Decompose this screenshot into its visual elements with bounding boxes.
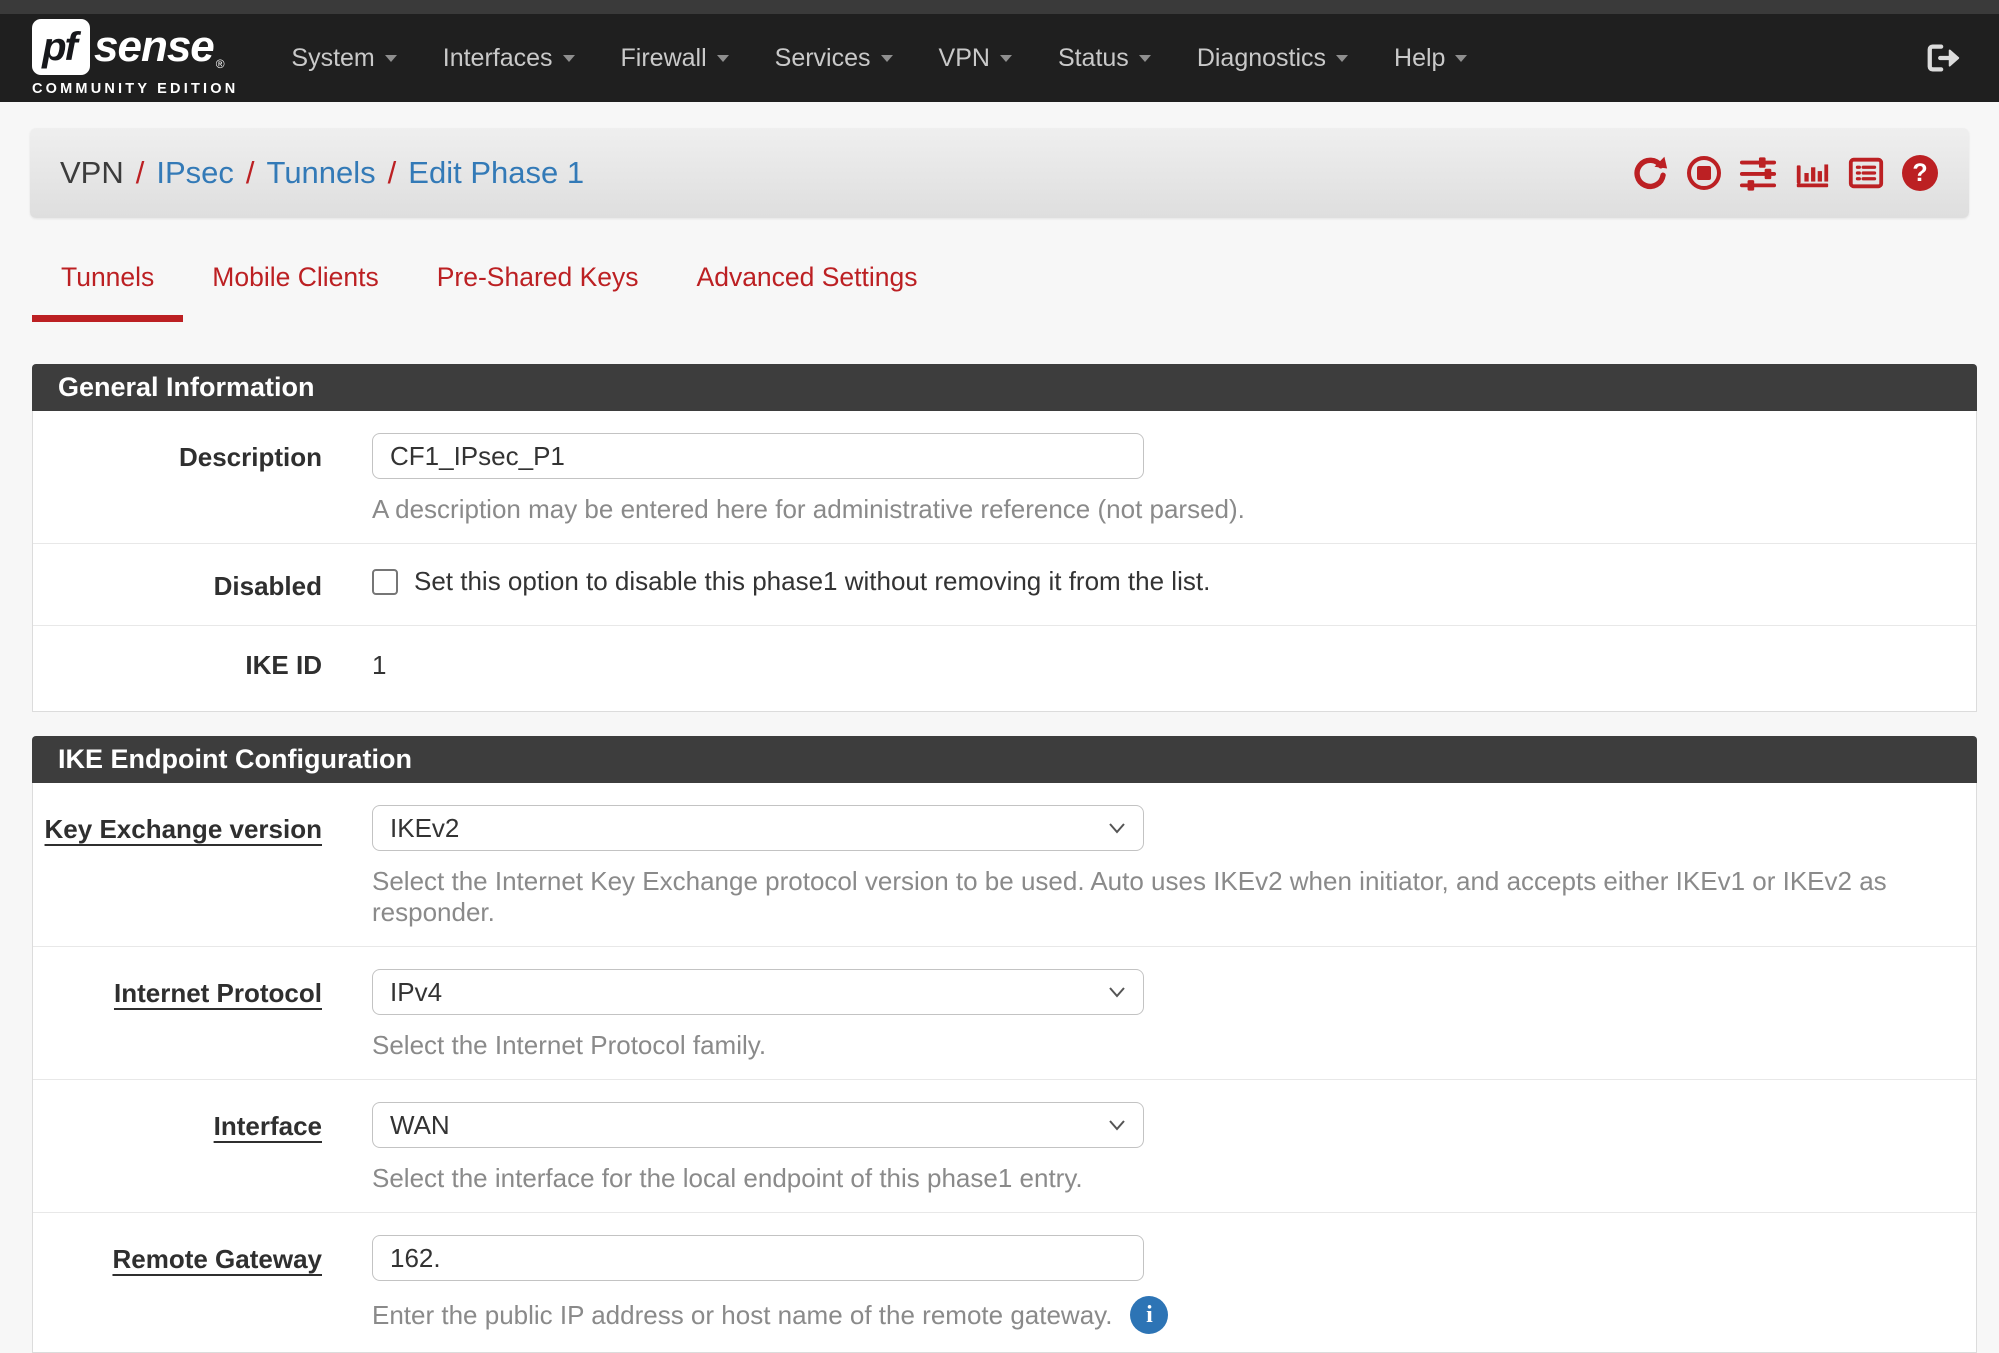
description-row: Description A description may be entered… — [33, 411, 1976, 543]
remote-gateway-row: Remote Gateway Enter the public IP addre… — [33, 1212, 1976, 1352]
breadcrumb-separator: / — [376, 155, 409, 191]
nav-item-diagnostics[interactable]: Diagnostics — [1174, 44, 1371, 73]
chevron-down-icon — [1139, 55, 1151, 62]
chevron-down-icon — [1455, 55, 1467, 62]
pf-logo-mark: pf — [32, 19, 90, 75]
nav-item-label: Diagnostics — [1197, 44, 1326, 73]
internet-protocol-help: Select the Internet Protocol family. — [372, 1030, 1976, 1061]
chevron-down-icon — [1107, 1117, 1127, 1133]
breadcrumb-link-ipsec[interactable]: IPsec — [156, 155, 234, 191]
disabled-checkbox[interactable] — [372, 569, 398, 595]
select-value: WAN — [390, 1110, 450, 1141]
nav-item-help[interactable]: Help — [1371, 44, 1490, 73]
key-exchange-version-select[interactable]: IKEv2 — [372, 805, 1144, 851]
nav-item-label: System — [291, 44, 374, 73]
registered-mark: ® — [216, 57, 225, 71]
key-exchange-version-label: Key Exchange version — [33, 805, 372, 936]
internet-protocol-label: Internet Protocol — [33, 969, 372, 1069]
window-top-strip — [0, 0, 1999, 14]
chevron-down-icon — [881, 55, 893, 62]
general-information-panel: General Information Description A descri… — [32, 364, 1977, 712]
sliders-icon[interactable] — [1739, 154, 1777, 192]
chevron-down-icon — [563, 55, 575, 62]
chevron-down-icon — [717, 55, 729, 62]
key-exchange-version-help: Select the Internet Key Exchange protoco… — [372, 866, 1976, 928]
info-icon[interactable]: i — [1130, 1296, 1168, 1334]
select-value: IPv4 — [390, 977, 442, 1008]
refresh-icon[interactable] — [1631, 154, 1669, 192]
chevron-down-icon — [1000, 55, 1012, 62]
breadcrumb-link-tunnels[interactable]: Tunnels — [267, 155, 376, 191]
nav-item-status[interactable]: Status — [1035, 44, 1174, 73]
nav-item-label: VPN — [939, 44, 990, 73]
nav-item-vpn[interactable]: VPN — [916, 44, 1035, 73]
ike-endpoint-configuration-panel: IKE Endpoint Configuration Key Exchange … — [32, 736, 1977, 1353]
tab-tunnels[interactable]: Tunnels — [32, 248, 183, 322]
disabled-label: Disabled — [33, 566, 372, 605]
nav-item-label: Firewall — [621, 44, 707, 73]
interface-help: Select the interface for the local endpo… — [372, 1163, 1976, 1194]
ike-id-value: 1 — [372, 648, 1976, 681]
disabled-checkbox-text: Set this option to disable this phase1 w… — [414, 566, 1210, 597]
nav-item-services[interactable]: Services — [752, 44, 916, 73]
breadcrumb-separator: / — [124, 155, 157, 191]
ike-id-row: IKE ID 1 — [33, 625, 1976, 711]
list-icon[interactable] — [1847, 154, 1885, 192]
key-exchange-version-row: Key Exchange version IKEv2 Select the In… — [33, 783, 1976, 946]
help-icon[interactable]: ? — [1901, 154, 1939, 192]
breadcrumb: VPN / IPsec / Tunnels / Edit Phase 1 — [60, 155, 584, 191]
nav-item-system[interactable]: System — [268, 44, 419, 73]
chevron-down-icon — [1107, 820, 1127, 836]
disabled-row: Disabled Set this option to disable this… — [33, 543, 1976, 625]
nav-item-interfaces[interactable]: Interfaces — [420, 44, 598, 73]
breadcrumb-root: VPN — [60, 155, 124, 191]
remote-gateway-input[interactable] — [372, 1235, 1144, 1281]
tab-advanced-settings[interactable]: Advanced Settings — [668, 248, 947, 322]
page-action-icons: ? — [1631, 154, 1939, 192]
chevron-down-icon — [385, 55, 397, 62]
interface-select[interactable]: WAN — [372, 1102, 1144, 1148]
select-value: IKEv2 — [390, 813, 459, 844]
stop-icon[interactable] — [1685, 154, 1723, 192]
sign-out-icon[interactable] — [1925, 39, 1967, 77]
tab-mobile-clients[interactable]: Mobile Clients — [183, 248, 407, 322]
subnav-tabs: Tunnels Mobile Clients Pre-Shared Keys A… — [32, 248, 1967, 322]
section-title: IKE Endpoint Configuration — [32, 736, 1977, 783]
interface-row: Interface WAN Select the interface for t… — [33, 1079, 1976, 1212]
remote-gateway-help: Enter the public IP address or host name… — [372, 1300, 1112, 1331]
nav-menu: System Interfaces Firewall Services VPN … — [268, 44, 1490, 73]
nav-item-label: Help — [1394, 44, 1445, 73]
chart-icon[interactable] — [1793, 154, 1831, 192]
logo-subtitle: COMMUNITY EDITION — [32, 81, 238, 97]
internet-protocol-row: Internet Protocol IPv4 Select the Intern… — [33, 946, 1976, 1079]
section-title: General Information — [32, 364, 1977, 411]
breadcrumb-bar: VPN / IPsec / Tunnels / Edit Phase 1 — [30, 128, 1969, 218]
chevron-down-icon — [1107, 984, 1127, 1000]
breadcrumb-link-edit-phase1[interactable]: Edit Phase 1 — [408, 155, 584, 191]
interface-label: Interface — [33, 1102, 372, 1202]
sense-wordmark: sense — [94, 25, 214, 69]
description-input[interactable] — [372, 433, 1144, 479]
remote-gateway-label: Remote Gateway — [33, 1235, 372, 1342]
pfsense-logo[interactable]: pf sense ® COMMUNITY EDITION — [32, 19, 238, 97]
nav-item-label: Interfaces — [443, 44, 553, 73]
nav-item-label: Services — [775, 44, 871, 73]
breadcrumb-separator: / — [234, 155, 267, 191]
ike-id-label: IKE ID — [33, 648, 372, 689]
chevron-down-icon — [1336, 55, 1348, 62]
internet-protocol-select[interactable]: IPv4 — [372, 969, 1144, 1015]
description-help: A description may be entered here for ad… — [372, 494, 1976, 525]
description-label: Description — [33, 433, 372, 533]
tab-pre-shared-keys[interactable]: Pre-Shared Keys — [408, 248, 668, 322]
main-navbar: pf sense ® COMMUNITY EDITION System Inte… — [0, 14, 1999, 102]
nav-item-firewall[interactable]: Firewall — [598, 44, 752, 73]
nav-item-label: Status — [1058, 44, 1129, 73]
